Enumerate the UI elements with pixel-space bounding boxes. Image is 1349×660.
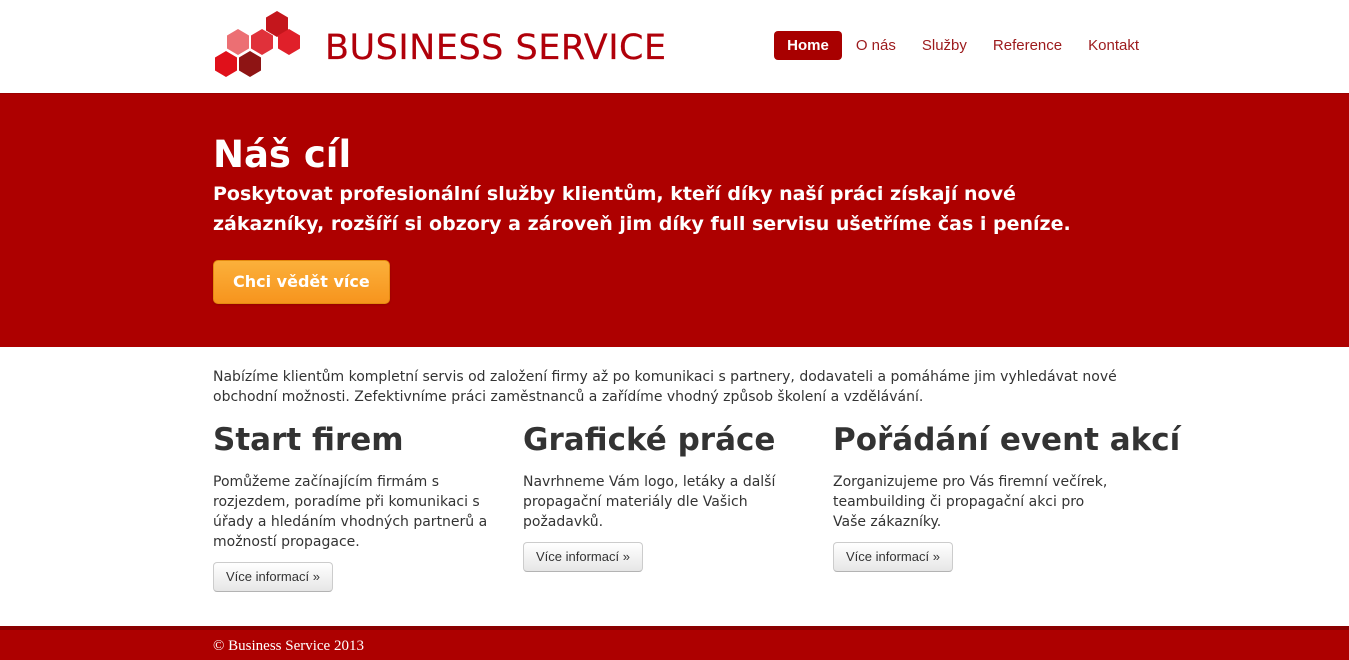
hero-title: Náš cíl (213, 133, 352, 176)
nav-item-reference[interactable]: Reference (980, 31, 1075, 60)
hero-text: Poskytovat profesionální služby klientům… (213, 183, 1071, 235)
column-text: Pomůžeme začínajícím firmám s rozjezdem,… (213, 474, 488, 550)
more-info-button[interactable]: Více informací » (523, 542, 643, 572)
column-title: Start firem (213, 422, 404, 458)
site-header: BUSINESS SERVICE Home O nás Služby Refer… (0, 0, 1349, 93)
column-text: Zorganizujeme pro Vás firemní večírek, t… (833, 474, 1108, 530)
brand-name: BUSINESS SERVICE (325, 28, 667, 68)
hexagon-cluster-icon (215, 11, 300, 77)
column-text: Navrhneme Vám logo, letáky a další propa… (523, 474, 776, 530)
service-column-graficke-prace: Grafické práce Navrhneme Vám logo, leták… (523, 420, 813, 592)
service-column-start-firem: Start firem Pomůžeme začínajícím firmám … (213, 420, 503, 592)
column-title: Pořádání event akcí (833, 422, 1181, 458)
nav-item-o-nas[interactable]: O nás (843, 31, 909, 60)
more-info-button[interactable]: Více informací » (833, 542, 953, 572)
more-info-button[interactable]: Více informací » (213, 562, 333, 592)
nav-item-home[interactable]: Home (774, 31, 842, 60)
main-content: Nabízíme klientům kompletní servis od za… (213, 347, 1181, 592)
learn-more-button[interactable]: Chci vědět více (213, 260, 390, 304)
nav-item-sluzby[interactable]: Služby (909, 31, 980, 60)
service-column-event-akce: Pořádání event akcí Zorganizujeme pro Vá… (833, 420, 1181, 592)
nav-item-kontakt[interactable]: Kontakt (1075, 31, 1152, 60)
column-title: Grafické práce (523, 422, 776, 458)
site-footer: © Business Service 2013 (0, 626, 1349, 660)
copyright-text: © Business Service 2013 (213, 638, 364, 654)
main-nav: Home O nás Služby Reference Kontakt (774, 31, 1152, 60)
hero-banner: Náš cíl Poskytovat profesionální služby … (0, 93, 1349, 347)
brand-logo[interactable]: BUSINESS SERVICE (213, 8, 667, 84)
intro-text: Nabízíme klientům kompletní servis od za… (213, 369, 1117, 405)
